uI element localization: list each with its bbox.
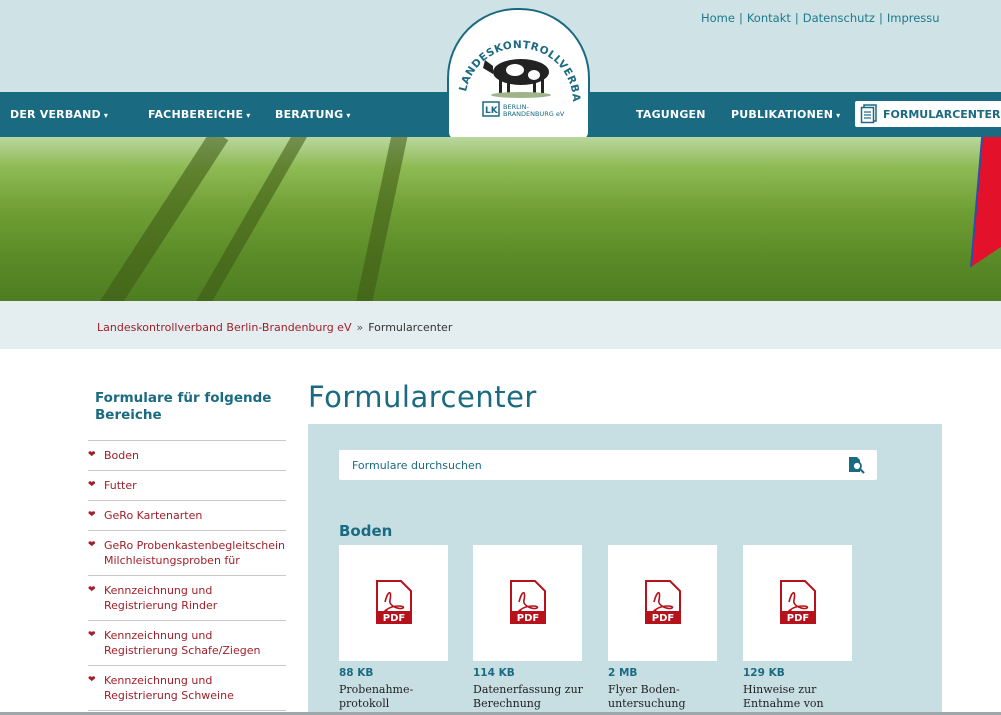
separator: |	[878, 11, 883, 25]
top-link-home[interactable]: Home	[701, 11, 735, 25]
caret-down-icon: ▾	[836, 111, 841, 120]
breadcrumb: Landeskontrollverband Berlin-Brandenburg…	[97, 321, 452, 334]
sidebar-item-kennzeichnung-rinder[interactable]: ❤ Kennzeichnung und Registrierung Rinder	[88, 576, 286, 621]
pdf-icon: PDF	[510, 580, 546, 624]
top-link-impressum[interactable]: Impressu	[887, 11, 940, 25]
heart-icon: ❤	[88, 585, 96, 595]
sidebar-item-label: GeRo Probenkastenbegleitschein Milchleis…	[104, 539, 286, 567]
separator: |	[794, 11, 799, 25]
nav-fachbereiche[interactable]: FACHBEREICHE ▾	[148, 108, 250, 121]
file-name[interactable]: Hinweise zur Entnahme von	[743, 683, 853, 711]
top-link-datenschutz[interactable]: Datenschutz	[803, 11, 875, 25]
breadcrumb-separator: »	[356, 321, 364, 334]
breadcrumb-band: Landeskontrollverband Berlin-Brandenburg…	[0, 301, 1001, 349]
pdf-icon: PDF	[645, 580, 681, 624]
pdf-icon: PDF	[376, 580, 412, 624]
file-size: 114 KB	[473, 667, 515, 679]
logo-arc-text: LANDESKONTROLLVERBAND	[449, 10, 582, 103]
logo-emblem: LANDESKONTROLLVERBAND LK BERLIN- BRANDEN…	[449, 10, 582, 118]
pdf-label: PDF	[787, 613, 809, 624]
file-size: 2 MB	[608, 667, 638, 679]
sidebar-item-futter[interactable]: ❤ Futter	[88, 471, 286, 501]
file-name[interactable]: Flyer Boden-untersuchung	[608, 683, 718, 711]
pdf-label: PDF	[517, 613, 539, 624]
caret-down-icon: ▾	[103, 111, 109, 120]
sidebar-item-label: Boden	[104, 449, 139, 462]
form-card[interactable]: PDF	[743, 545, 852, 661]
site-logo[interactable]: LANDESKONTROLLVERBAND LK BERLIN- BRANDEN…	[447, 8, 590, 138]
field-track	[347, 137, 409, 301]
heart-icon: ❤	[88, 675, 96, 685]
caret-down-icon: ▾	[346, 111, 351, 120]
red-arrow-annotation	[970, 137, 1001, 268]
search-input[interactable]: Formulare durchsuchen	[339, 450, 877, 480]
sidebar-item-kennzeichnung-schweine[interactable]: ❤ Kennzeichnung und Registrierung Schwein…	[88, 666, 286, 711]
logo-sub-line2: BRANDENBURG eV	[503, 110, 565, 118]
nav-der-verband[interactable]: DER VERBAND ▾	[10, 108, 108, 121]
heart-icon: ❤	[88, 630, 96, 640]
breadcrumb-home-link[interactable]: Landeskontrollverband Berlin-Brandenburg…	[97, 321, 351, 334]
top-links: Home | Kontakt | Datenschutz | Impressu	[701, 11, 1001, 25]
heart-icon: ❤	[88, 540, 96, 550]
svg-text:LANDESKONTROLLVERBAND: LANDESKONTROLLVERBAND	[449, 10, 582, 103]
sidebar-item-label: GeRo Kartenarten	[104, 509, 203, 522]
heart-icon: ❤	[88, 480, 96, 490]
nav-label: TAGUNGEN	[636, 108, 706, 121]
form-card[interactable]: PDF	[339, 545, 448, 661]
page-title: Formularcenter	[308, 380, 537, 414]
nav-label: FORMULARCENTER	[883, 108, 1001, 121]
field-track	[91, 137, 229, 301]
search-placeholder: Formulare durchsuchen	[352, 459, 482, 472]
form-panel: Formulare durchsuchen Boden PDF 88 KB Pr…	[308, 424, 942, 715]
separator: |	[738, 11, 743, 25]
sidebar-item-label: Futter	[104, 479, 137, 492]
pdf-label: PDF	[652, 613, 674, 624]
sidebar-item-gero-probenkasten[interactable]: ❤ GeRo Probenkastenbegleitschein Milchlei…	[88, 531, 286, 576]
file-name[interactable]: Datenerfassung zur Berechnung	[473, 683, 583, 711]
pdf-icon: PDF	[780, 580, 816, 624]
lkv-mark-icon: LK	[482, 101, 500, 117]
file-size: 88 KB	[339, 667, 374, 679]
sidebar: Formulare für folgende Bereiche ❤ Boden ❤…	[88, 390, 286, 711]
section-title: Boden	[339, 522, 393, 540]
pdf-label: PDF	[383, 613, 405, 624]
search-document-icon[interactable]	[847, 456, 867, 474]
file-name[interactable]: Probenahme-protokoll	[339, 683, 449, 711]
sidebar-item-label: Kennzeichnung und Registrierung Schafe/Z…	[104, 629, 261, 657]
nav-publikationen[interactable]: PUBLIKATIONEN ▾	[731, 108, 840, 121]
heart-icon: ❤	[88, 510, 96, 520]
sidebar-item-label: Kennzeichnung und Registrierung Schweine	[104, 674, 234, 702]
sidebar-item-gero-kartenarten[interactable]: ❤ GeRo Kartenarten	[88, 501, 286, 531]
nav-label: DER VERBAND	[10, 108, 101, 121]
form-card[interactable]: PDF	[473, 545, 582, 661]
sidebar-item-kennzeichnung-schafe[interactable]: ❤ Kennzeichnung und Registrierung Schafe/…	[88, 621, 286, 666]
top-link-kontakt[interactable]: Kontakt	[747, 11, 791, 25]
nav-label: PUBLIKATIONEN	[731, 108, 834, 121]
svg-text:LK: LK	[485, 106, 499, 116]
sidebar-item-boden[interactable]: ❤ Boden	[88, 441, 286, 471]
file-size: 129 KB	[743, 667, 785, 679]
nav-label: FACHBEREICHE	[148, 108, 244, 121]
caret-down-icon: ▾	[246, 111, 251, 120]
nav-label: BERATUNG	[275, 108, 344, 121]
heart-icon: ❤	[88, 450, 96, 460]
nav-beratung[interactable]: BERATUNG ▾	[275, 108, 351, 121]
nav-formularcenter[interactable]: FORMULARCENTER	[855, 101, 1001, 127]
hero-image	[0, 137, 1001, 301]
sidebar-item-label: Kennzeichnung und Registrierung Rinder	[104, 584, 218, 612]
cow-icon	[483, 59, 551, 98]
document-icon	[860, 104, 877, 124]
breadcrumb-current: Formularcenter	[368, 321, 453, 334]
sidebar-title: Formulare für folgende Bereiche	[88, 390, 286, 441]
form-card[interactable]: PDF	[608, 545, 717, 661]
nav-tagungen[interactable]: TAGUNGEN	[636, 108, 706, 121]
